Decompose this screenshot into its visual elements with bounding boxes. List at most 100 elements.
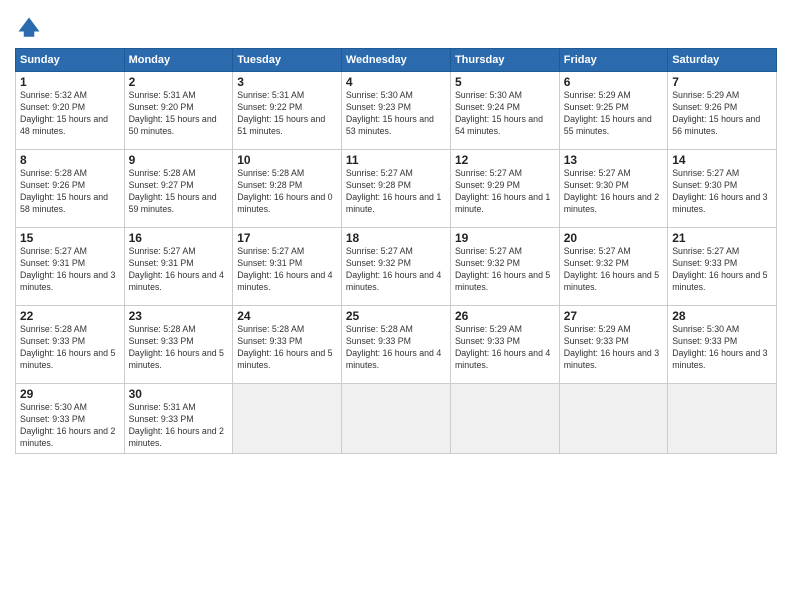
sunrise-label: Sunrise: 5:31 AM xyxy=(237,90,304,100)
page: SundayMondayTuesdayWednesdayThursdayFrid… xyxy=(0,0,792,612)
day-number: 10 xyxy=(237,153,337,167)
day-info: Sunrise: 5:28 AM Sunset: 9:28 PM Dayligh… xyxy=(237,168,337,216)
sunrise-label: Sunrise: 5:31 AM xyxy=(129,90,196,100)
sunset-label: Sunset: 9:31 PM xyxy=(237,258,302,268)
sunset-label: Sunset: 9:33 PM xyxy=(237,336,302,346)
day-info: Sunrise: 5:30 AM Sunset: 9:33 PM Dayligh… xyxy=(672,324,772,372)
sunset-label: Sunset: 9:24 PM xyxy=(455,102,520,112)
weekday-header: Sunday xyxy=(16,49,125,72)
daylight-label: Daylight: 16 hours and 0 minutes. xyxy=(237,192,332,214)
sunset-label: Sunset: 9:29 PM xyxy=(455,180,520,190)
calendar-cell: 6 Sunrise: 5:29 AM Sunset: 9:25 PM Dayli… xyxy=(559,72,667,150)
calendar-cell: 5 Sunrise: 5:30 AM Sunset: 9:24 PM Dayli… xyxy=(450,72,559,150)
day-number: 18 xyxy=(346,231,446,245)
weekday-header: Tuesday xyxy=(233,49,342,72)
sunset-label: Sunset: 9:20 PM xyxy=(20,102,85,112)
sunrise-label: Sunrise: 5:28 AM xyxy=(237,324,304,334)
weekday-header: Thursday xyxy=(450,49,559,72)
calendar-header: SundayMondayTuesdayWednesdayThursdayFrid… xyxy=(16,49,777,72)
sunrise-label: Sunrise: 5:27 AM xyxy=(564,168,631,178)
day-info: Sunrise: 5:29 AM Sunset: 9:33 PM Dayligh… xyxy=(455,324,555,372)
calendar-cell xyxy=(233,384,342,454)
calendar-cell: 24 Sunrise: 5:28 AM Sunset: 9:33 PM Dayl… xyxy=(233,306,342,384)
sunrise-label: Sunrise: 5:27 AM xyxy=(455,246,522,256)
calendar-cell: 3 Sunrise: 5:31 AM Sunset: 9:22 PM Dayli… xyxy=(233,72,342,150)
calendar-cell: 18 Sunrise: 5:27 AM Sunset: 9:32 PM Dayl… xyxy=(341,228,450,306)
sunrise-label: Sunrise: 5:27 AM xyxy=(564,246,631,256)
calendar-cell: 15 Sunrise: 5:27 AM Sunset: 9:31 PM Dayl… xyxy=(16,228,125,306)
day-number: 7 xyxy=(672,75,772,89)
calendar-row: 15 Sunrise: 5:27 AM Sunset: 9:31 PM Dayl… xyxy=(16,228,777,306)
sunset-label: Sunset: 9:28 PM xyxy=(237,180,302,190)
sunset-label: Sunset: 9:33 PM xyxy=(672,336,737,346)
daylight-label: Daylight: 16 hours and 4 minutes. xyxy=(129,270,224,292)
sunset-label: Sunset: 9:31 PM xyxy=(129,258,194,268)
calendar-cell: 27 Sunrise: 5:29 AM Sunset: 9:33 PM Dayl… xyxy=(559,306,667,384)
day-info: Sunrise: 5:27 AM Sunset: 9:31 PM Dayligh… xyxy=(237,246,337,294)
daylight-label: Daylight: 16 hours and 4 minutes. xyxy=(455,348,550,370)
daylight-label: Daylight: 16 hours and 1 minute. xyxy=(455,192,550,214)
sunset-label: Sunset: 9:33 PM xyxy=(672,258,737,268)
sunset-label: Sunset: 9:30 PM xyxy=(672,180,737,190)
daylight-label: Daylight: 15 hours and 50 minutes. xyxy=(129,114,217,136)
daylight-label: Daylight: 16 hours and 2 minutes. xyxy=(564,192,659,214)
daylight-label: Daylight: 15 hours and 58 minutes. xyxy=(20,192,108,214)
calendar: SundayMondayTuesdayWednesdayThursdayFrid… xyxy=(15,48,777,454)
calendar-cell: 1 Sunrise: 5:32 AM Sunset: 9:20 PM Dayli… xyxy=(16,72,125,150)
sunrise-label: Sunrise: 5:30 AM xyxy=(20,402,87,412)
day-info: Sunrise: 5:27 AM Sunset: 9:33 PM Dayligh… xyxy=(672,246,772,294)
daylight-label: Daylight: 16 hours and 2 minutes. xyxy=(20,426,115,448)
day-number: 8 xyxy=(20,153,120,167)
day-info: Sunrise: 5:27 AM Sunset: 9:29 PM Dayligh… xyxy=(455,168,555,216)
calendar-cell: 17 Sunrise: 5:27 AM Sunset: 9:31 PM Dayl… xyxy=(233,228,342,306)
daylight-label: Daylight: 16 hours and 3 minutes. xyxy=(564,348,659,370)
daylight-label: Daylight: 16 hours and 4 minutes. xyxy=(237,270,332,292)
day-info: Sunrise: 5:30 AM Sunset: 9:33 PM Dayligh… xyxy=(20,402,120,450)
sunrise-label: Sunrise: 5:27 AM xyxy=(20,246,87,256)
sunrise-label: Sunrise: 5:29 AM xyxy=(564,324,631,334)
sunrise-label: Sunrise: 5:27 AM xyxy=(129,246,196,256)
calendar-cell: 30 Sunrise: 5:31 AM Sunset: 9:33 PM Dayl… xyxy=(124,384,233,454)
logo xyxy=(15,14,47,42)
day-info: Sunrise: 5:27 AM Sunset: 9:30 PM Dayligh… xyxy=(564,168,663,216)
day-number: 5 xyxy=(455,75,555,89)
day-number: 1 xyxy=(20,75,120,89)
day-info: Sunrise: 5:27 AM Sunset: 9:30 PM Dayligh… xyxy=(672,168,772,216)
daylight-label: Daylight: 16 hours and 3 minutes. xyxy=(672,192,767,214)
calendar-row: 29 Sunrise: 5:30 AM Sunset: 9:33 PM Dayl… xyxy=(16,384,777,454)
calendar-cell xyxy=(341,384,450,454)
sunrise-label: Sunrise: 5:27 AM xyxy=(237,246,304,256)
sunrise-label: Sunrise: 5:28 AM xyxy=(129,324,196,334)
weekday-header: Friday xyxy=(559,49,667,72)
calendar-cell: 8 Sunrise: 5:28 AM Sunset: 9:26 PM Dayli… xyxy=(16,150,125,228)
day-number: 15 xyxy=(20,231,120,245)
daylight-label: Daylight: 16 hours and 4 minutes. xyxy=(346,348,441,370)
sunrise-label: Sunrise: 5:31 AM xyxy=(129,402,196,412)
day-number: 28 xyxy=(672,309,772,323)
day-number: 4 xyxy=(346,75,446,89)
day-info: Sunrise: 5:27 AM Sunset: 9:31 PM Dayligh… xyxy=(20,246,120,294)
sunrise-label: Sunrise: 5:29 AM xyxy=(564,90,631,100)
sunset-label: Sunset: 9:33 PM xyxy=(346,336,411,346)
sunset-label: Sunset: 9:33 PM xyxy=(20,336,85,346)
calendar-row: 8 Sunrise: 5:28 AM Sunset: 9:26 PM Dayli… xyxy=(16,150,777,228)
calendar-cell: 20 Sunrise: 5:27 AM Sunset: 9:32 PM Dayl… xyxy=(559,228,667,306)
weekday-header: Wednesday xyxy=(341,49,450,72)
daylight-label: Daylight: 15 hours and 55 minutes. xyxy=(564,114,652,136)
sunset-label: Sunset: 9:26 PM xyxy=(672,102,737,112)
calendar-cell: 19 Sunrise: 5:27 AM Sunset: 9:32 PM Dayl… xyxy=(450,228,559,306)
daylight-label: Daylight: 16 hours and 3 minutes. xyxy=(20,270,115,292)
sunrise-label: Sunrise: 5:29 AM xyxy=(455,324,522,334)
sunset-label: Sunset: 9:33 PM xyxy=(129,414,194,424)
daylight-label: Daylight: 15 hours and 56 minutes. xyxy=(672,114,760,136)
calendar-row: 22 Sunrise: 5:28 AM Sunset: 9:33 PM Dayl… xyxy=(16,306,777,384)
sunrise-label: Sunrise: 5:27 AM xyxy=(672,168,739,178)
daylight-label: Daylight: 15 hours and 51 minutes. xyxy=(237,114,325,136)
calendar-cell: 12 Sunrise: 5:27 AM Sunset: 9:29 PM Dayl… xyxy=(450,150,559,228)
calendar-cell: 23 Sunrise: 5:28 AM Sunset: 9:33 PM Dayl… xyxy=(124,306,233,384)
day-info: Sunrise: 5:27 AM Sunset: 9:32 PM Dayligh… xyxy=(455,246,555,294)
day-number: 2 xyxy=(129,75,229,89)
day-info: Sunrise: 5:27 AM Sunset: 9:28 PM Dayligh… xyxy=(346,168,446,216)
day-info: Sunrise: 5:31 AM Sunset: 9:22 PM Dayligh… xyxy=(237,90,337,138)
sunset-label: Sunset: 9:32 PM xyxy=(455,258,520,268)
